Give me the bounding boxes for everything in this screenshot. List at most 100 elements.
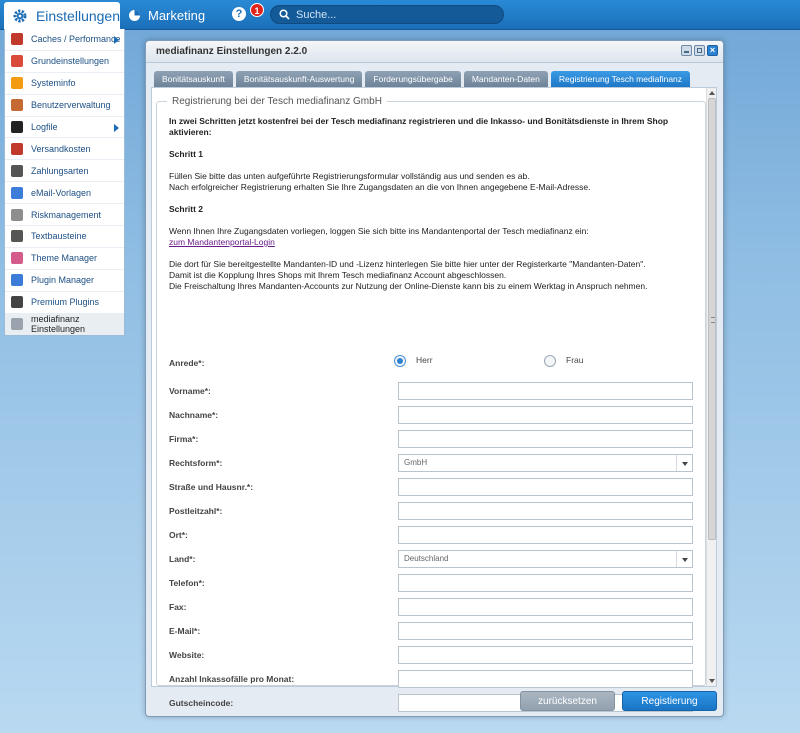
window-title-bar[interactable]: mediafinanz Einstellungen 2.2.0 (146, 41, 723, 63)
form-select[interactable]: GmbH (398, 454, 693, 472)
close-icon[interactable]: × (707, 45, 718, 56)
minimize-icon[interactable] (681, 45, 692, 56)
form-row: Land*: Deutschland (169, 550, 693, 568)
sidebar-item-shopware[interactable]: Premium Plugins (5, 292, 124, 314)
chevron-down-icon[interactable] (676, 455, 692, 471)
search-input[interactable] (296, 8, 486, 21)
form-text-input[interactable] (398, 430, 693, 448)
maximize-icon[interactable] (694, 45, 705, 56)
form-field-label: Land*: (169, 554, 196, 564)
gear-icon (13, 9, 27, 23)
form-field-label: Telefon*: (169, 578, 205, 588)
salutation-herr-radio[interactable] (394, 355, 406, 367)
salutation-frau-radio[interactable] (544, 355, 556, 367)
form-field-label: Nachname*: (169, 410, 219, 420)
abc-icon (11, 230, 23, 243)
form-row: Telefon*: (169, 574, 693, 592)
form-text-input[interactable] (398, 598, 693, 616)
sidebar-item-wrench[interactable]: Grundeinstellungen (5, 51, 124, 73)
shopware-icon (11, 296, 23, 309)
sidebar-item-terminal[interactable]: Logfile (5, 117, 124, 139)
sidebar-item-label: Riskmanagement (31, 209, 102, 220)
form-text-input[interactable] (398, 478, 693, 496)
info-line1: Die dort für Sie bereitgestellte Mandant… (169, 259, 646, 269)
tab-bonitaetsauskunft[interactable]: Bonitätsauskunft (154, 71, 233, 87)
step2-title: Schritt 2 (169, 204, 204, 214)
form-text-input[interactable] (398, 526, 693, 544)
form-text-input[interactable] (398, 382, 693, 400)
form-text-input[interactable] (398, 574, 693, 592)
tab-bonitaetsauskunft-auswertung[interactable]: Bonitätsauskunft-Auswertung (235, 71, 363, 87)
scroll-down-icon[interactable] (709, 679, 715, 683)
form-field-label: Anzahl Inkassofälle pro Monat: (169, 674, 295, 684)
form-text-input[interactable] (398, 406, 693, 424)
sidebar-item-label: mediafinanz Einstellungen (31, 314, 86, 335)
tab-forderungsuebergabe[interactable]: Forderungsübergabe (365, 71, 461, 87)
tab-registrierung[interactable]: Registrierung Tesch mediafinanz (550, 71, 691, 87)
settings-menu-button[interactable]: Einstellungen (4, 2, 120, 30)
tab-mandanten-daten[interactable]: Mandanten-Daten (463, 71, 548, 87)
search-box[interactable] (270, 5, 504, 24)
form-row: Ort*: (169, 526, 693, 544)
scroll-grip-icon (711, 317, 715, 323)
pie-chart-icon (129, 9, 140, 21)
sidebar-item-gear[interactable]: mediafinanz Einstellungen (5, 313, 124, 336)
form-field-label: Firma*: (169, 434, 199, 444)
puzzle-icon (11, 274, 23, 287)
form-text-input[interactable] (398, 646, 693, 664)
form-row: Nachname*: (169, 406, 693, 424)
sidebar-item-user[interactable]: Benutzerverwaltung (5, 95, 124, 117)
form-row: Fax: (169, 598, 693, 616)
scrollbar-thumb[interactable] (708, 98, 716, 540)
notification-badge[interactable]: 1 (250, 3, 264, 17)
select-value: GmbH (404, 458, 428, 467)
sidebar-item-label: Theme Manager (31, 253, 98, 264)
submenu-arrow-icon (114, 123, 119, 132)
sidebar-item-truck[interactable]: Versandkosten (5, 138, 124, 161)
sidebar-item-palette[interactable]: Theme Manager (5, 248, 124, 270)
tab-bar: Bonitätsauskunft Bonitätsauskunft-Auswer… (154, 71, 691, 87)
sidebar-item-label: eMail-Vorlagen (31, 187, 92, 198)
plugin-window: mediafinanz Einstellungen 2.2.0 × Bonitä… (145, 40, 724, 717)
sidebar-item-label: Systeminfo (31, 78, 76, 89)
sidebar-item-speedometer[interactable]: Caches / Performance (5, 29, 124, 51)
form-text-input[interactable] (398, 670, 693, 688)
top-navigation-bar: Einstellungen Marketing ? 1 (0, 0, 800, 30)
form-field-label: E-Mail*: (169, 626, 201, 636)
sidebar-item-label: Plugin Manager (31, 275, 95, 286)
sidebar-item-label: Grundeinstellungen (31, 56, 110, 67)
sidebar-item-abc[interactable]: Textbausteine (5, 226, 124, 248)
vertical-scrollbar[interactable] (706, 88, 716, 686)
intro-text-block: In zwei Schritten jetzt kostenfrei bei d… (169, 116, 689, 292)
sidebar-item-label: Benutzerverwaltung (31, 100, 111, 111)
form-field-label: Straße und Hausnr.*: (169, 482, 254, 492)
gear-icon (11, 318, 23, 331)
step2-line1: Wenn Ihnen Ihre Zugangsdaten vorliegen, … (169, 226, 589, 236)
mandantenportal-login-link[interactable]: zum Mandantenportal-Login (169, 237, 275, 247)
register-button[interactable]: Registierung (622, 691, 717, 711)
form-text-input[interactable] (398, 502, 693, 520)
chevron-down-icon[interactable] (676, 551, 692, 567)
sidebar-item-creditcard[interactable]: Zahlungsarten (5, 160, 124, 183)
scroll-up-icon[interactable] (709, 91, 715, 95)
creditcard-icon (11, 164, 23, 177)
sidebar-item-mail[interactable]: eMail-Vorlagen (5, 182, 124, 205)
reset-button[interactable]: zurücksetzen (520, 691, 615, 711)
sidebar-item-lightning[interactable]: Systeminfo (5, 73, 124, 95)
mail-icon (11, 186, 23, 199)
sidebar-item-label: Zahlungsarten (31, 165, 89, 176)
form-field-label: Website: (169, 650, 205, 660)
form-select[interactable]: Deutschland (398, 550, 693, 568)
marketing-menu-label: Marketing (148, 7, 206, 23)
window-controls: × (681, 45, 718, 56)
form-field-label: Vorname*: (169, 386, 211, 396)
speedometer-icon (11, 33, 23, 46)
form-field-label: Ort*: (169, 530, 188, 540)
help-icon[interactable]: ? (232, 7, 246, 21)
sidebar-item-trophy[interactable]: Riskmanagement (5, 204, 124, 227)
form-text-input[interactable] (398, 622, 693, 640)
sidebar-item-label: Caches / Performance (31, 34, 121, 45)
form-field-label: Fax: (169, 602, 187, 612)
marketing-menu-button[interactable]: Marketing (128, 0, 205, 30)
sidebar-item-puzzle[interactable]: Plugin Manager (5, 270, 124, 292)
